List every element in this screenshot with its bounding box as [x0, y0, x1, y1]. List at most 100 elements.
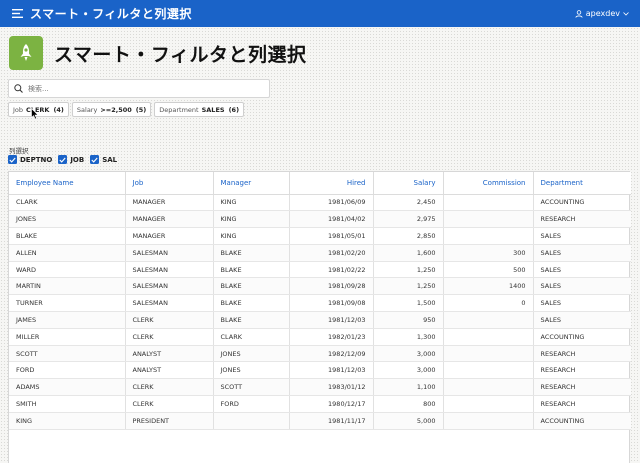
cell-hired: 1981/11/17	[289, 412, 374, 430]
chip-value: SALES	[201, 105, 225, 114]
username: apexdev	[585, 9, 620, 18]
cell-manager: KING	[213, 227, 290, 245]
column-checkbox-deptno[interactable]: DEPTNO	[8, 155, 52, 164]
table-row: SCOTT ANALYST JONES 1982/12/09 3,000 RESEARCH	[9, 345, 631, 363]
cell-job: MANAGER	[125, 227, 214, 245]
cell-department: RESEARCH	[533, 378, 631, 397]
cell-hired: 1981/12/03	[289, 361, 374, 380]
cell-hired: 1982/12/09	[289, 345, 374, 363]
cell-department: ACCOUNTING	[533, 412, 631, 430]
cell-commission: 500	[443, 261, 534, 279]
cell-job: CLERK	[125, 311, 214, 329]
cell-salary: 1,500	[373, 294, 444, 313]
checkmark-icon	[58, 155, 68, 164]
filter-chips: Job CLERK (4) Salary >=2,500 (5) Departm…	[8, 102, 245, 117]
cell-salary: 2,450	[373, 194, 444, 212]
column-header-department[interactable]: Department	[533, 172, 631, 195]
cell-hired: 1982/01/23	[289, 328, 374, 346]
cell-job: MANAGER	[125, 194, 214, 212]
cell-department: SALES	[533, 311, 631, 329]
employee-report: Employee Name Job Manager Hired Salary Commis…	[8, 171, 631, 463]
cell-salary: 1,100	[373, 378, 444, 397]
checkbox-label: DEPTNO	[20, 155, 53, 164]
cell-commission	[443, 210, 534, 229]
chip-label: Job	[13, 105, 24, 114]
table-row: JONES MANAGER KING 1981/04/02 2,975 RESEARCH	[9, 210, 631, 229]
chip-label: Salary	[76, 105, 98, 114]
cell-hired: 1981/12/03	[289, 311, 374, 329]
cell-employee-name: SCOTT	[9, 345, 126, 363]
menu-toggle-button[interactable]	[6, 0, 28, 27]
column-header-manager[interactable]: Manager	[213, 172, 290, 195]
column-header-job[interactable]: Job	[125, 172, 214, 195]
table-row: WARD SALESMAN BLAKE 1981/02/22 1,250 500 SALES	[9, 261, 631, 279]
chip-count: (6)	[228, 105, 240, 114]
cell-manager: BLAKE	[213, 294, 290, 313]
checkbox-label: SAL	[102, 155, 118, 164]
cell-job: CLERK	[125, 328, 214, 346]
cell-employee-name: MILLER	[9, 328, 126, 346]
column-checkbox-sal[interactable]: SAL	[90, 155, 117, 164]
table-row: KING PRESIDENT 1981/11/17 5,000 ACCOUNTING	[9, 412, 631, 430]
cell-department: RESEARCH	[533, 361, 631, 380]
app-title[interactable]: スマート・フィルタと列選択	[30, 5, 192, 22]
chip-label: Department	[159, 105, 199, 114]
cell-manager	[213, 412, 290, 430]
user-menu[interactable]: apexdev	[575, 0, 632, 27]
filter-chip-department[interactable]: Department SALES (6)	[154, 102, 245, 117]
cell-salary: 800	[373, 395, 444, 413]
rocket-icon	[9, 36, 43, 70]
cell-commission	[443, 412, 534, 430]
column-header-hired[interactable]: Hired	[289, 172, 374, 195]
search-icon	[14, 84, 23, 93]
cell-manager: BLAKE	[213, 277, 290, 296]
column-header-salary[interactable]: Salary	[373, 172, 444, 195]
cell-hired: 1981/09/08	[289, 294, 374, 313]
cell-department: SALES	[533, 294, 631, 313]
cell-commission: 300	[443, 244, 534, 262]
cell-commission	[443, 227, 534, 245]
cell-department: ACCOUNTING	[533, 194, 631, 212]
table-row: SMITH CLERK FORD 1980/12/17 800 RESEARCH	[9, 395, 631, 413]
cell-manager: KING	[213, 210, 290, 229]
cell-job: SALESMAN	[125, 277, 214, 296]
column-select-group: DEPTNO JOB SAL	[8, 155, 117, 164]
cell-hired: 1981/02/20	[289, 244, 374, 262]
cell-hired: 1981/09/28	[289, 277, 374, 296]
cell-manager: BLAKE	[213, 244, 290, 262]
cell-commission	[443, 361, 534, 380]
cell-employee-name: FORD	[9, 361, 126, 380]
cell-commission	[443, 328, 534, 346]
cell-salary: 2,975	[373, 210, 444, 229]
table-row: ADAMS CLERK SCOTT 1983/01/12 1,100 RESEARCH	[9, 378, 631, 397]
cell-manager: SCOTT	[213, 378, 290, 397]
search-input[interactable]	[28, 84, 248, 93]
cell-department: ACCOUNTING	[533, 328, 631, 346]
cell-hired: 1981/04/02	[289, 210, 374, 229]
cell-job: ANALYST	[125, 361, 214, 380]
page-title: スマート・フィルタと列選択	[54, 43, 307, 66]
column-checkbox-job[interactable]: JOB	[58, 155, 84, 164]
table-row: MARTIN SALESMAN BLAKE 1981/09/28 1,250 1400 SA…	[9, 277, 631, 296]
search-field[interactable]	[8, 79, 270, 98]
column-header-commission[interactable]: Commission	[443, 172, 534, 195]
cell-hired: 1981/02/22	[289, 261, 374, 279]
page-body: スマート・フィルタと列選択 Job CLERK (4) Salary >=2,5…	[0, 27, 640, 463]
checkbox-label: JOB	[70, 155, 85, 164]
cell-manager: KING	[213, 194, 290, 212]
cell-salary: 1,250	[373, 277, 444, 296]
table-row: MILLER CLERK CLARK 1982/01/23 1,300 ACCOUNTIN…	[9, 328, 631, 346]
cell-manager: CLARK	[213, 328, 290, 346]
cell-employee-name: MARTIN	[9, 277, 126, 296]
table-row: BLAKE MANAGER KING 1981/05/01 2,850 SALES	[9, 227, 631, 245]
cell-salary: 1,300	[373, 328, 444, 346]
cell-hired: 1981/06/09	[289, 194, 374, 212]
column-header-employee-name[interactable]: Employee Name	[9, 172, 126, 195]
hamburger-icon	[11, 9, 23, 18]
cell-hired: 1983/01/12	[289, 378, 374, 397]
cell-manager: JONES	[213, 345, 290, 363]
filter-chip-salary[interactable]: Salary >=2,500 (5)	[71, 102, 152, 117]
table-row: TURNER SALESMAN BLAKE 1981/09/08 1,500 0 SALES	[9, 294, 631, 313]
cell-hired: 1981/05/01	[289, 227, 374, 245]
cell-manager: BLAKE	[213, 261, 290, 279]
